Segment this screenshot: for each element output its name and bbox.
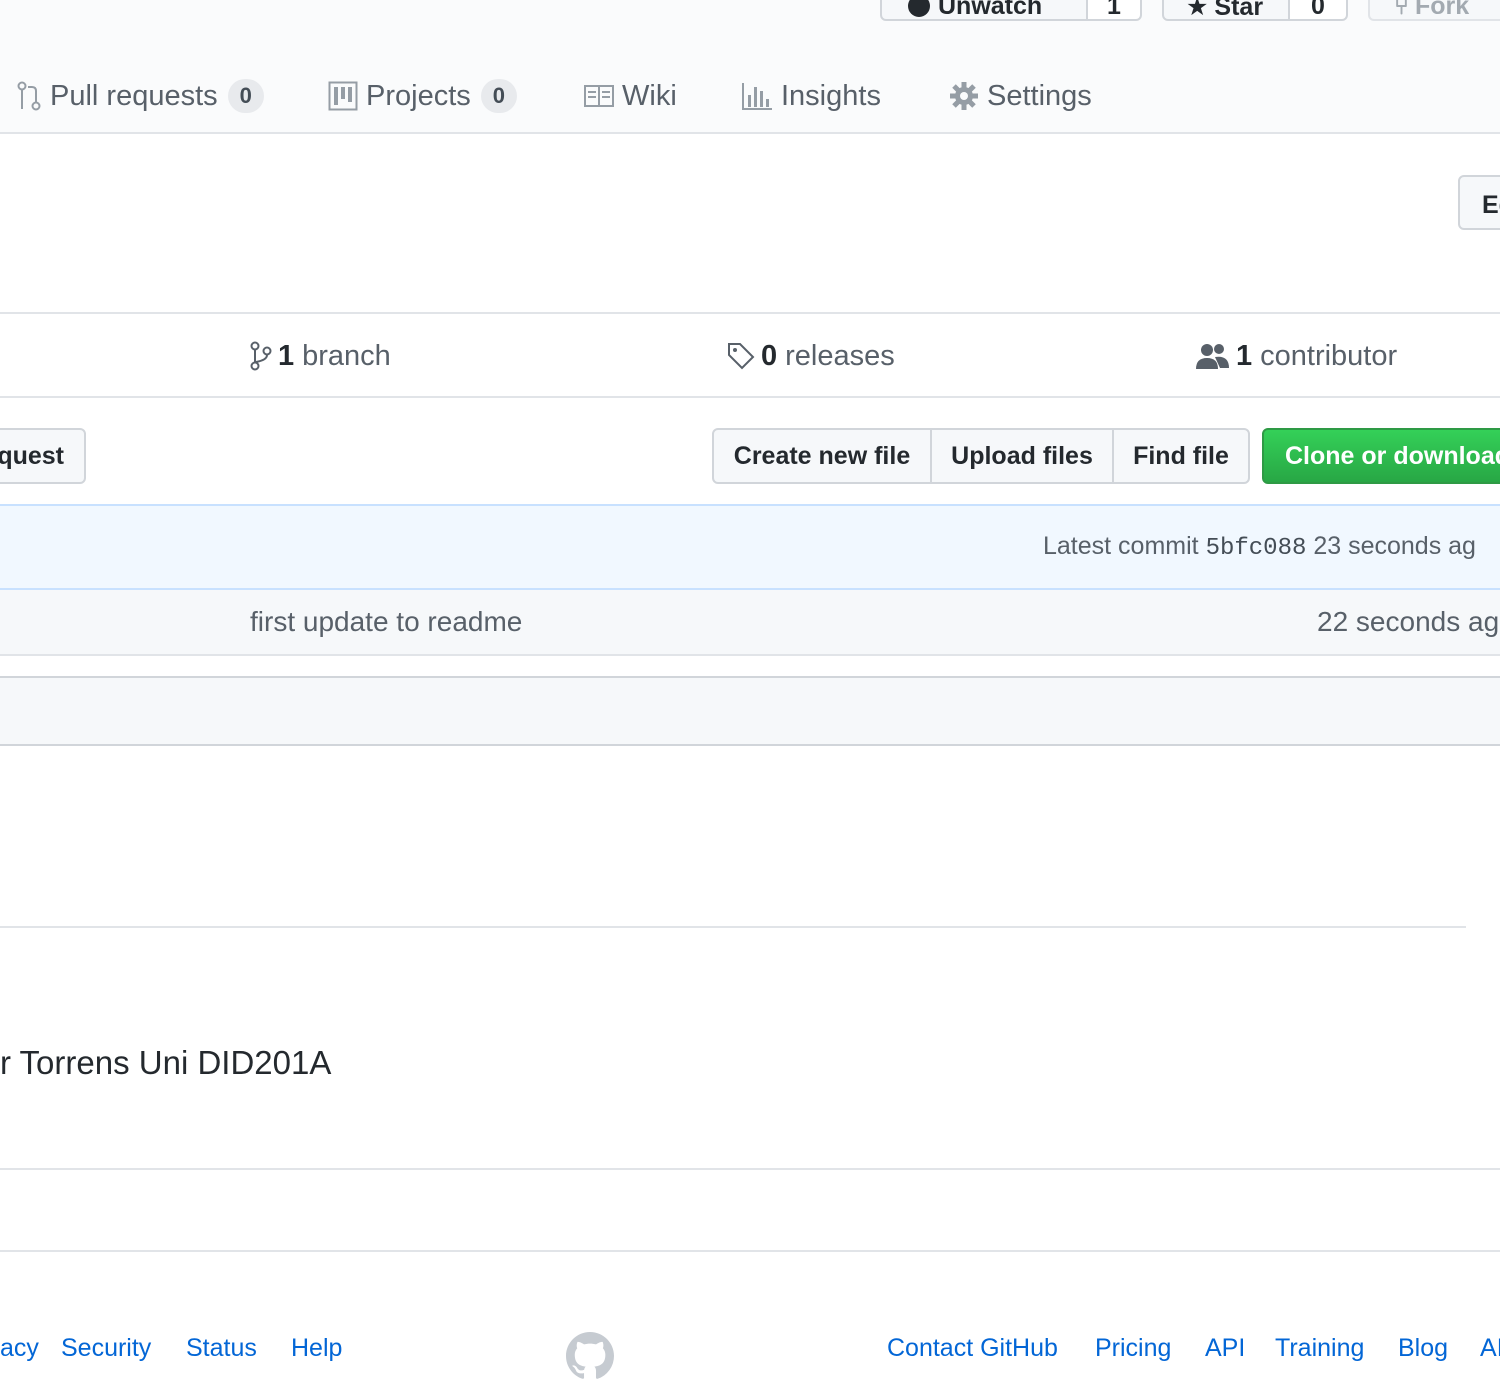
tab-pull-requests[interactable]: Pull requests 0 <box>16 76 264 116</box>
tag-icon <box>728 343 755 370</box>
new-pull-request-button[interactable]: quest <box>0 428 86 484</box>
find-file-button[interactable]: Find file <box>1112 428 1250 484</box>
footer-link-help[interactable]: Help <box>291 1334 342 1363</box>
eye-icon <box>908 0 930 17</box>
readme-text: r Torrens Uni DID201A <box>0 1044 332 1081</box>
contributors-label: contributor <box>1260 339 1398 372</box>
pull-requests-counter: 0 <box>227 79 264 113</box>
upload-files-button[interactable]: Upload files <box>930 428 1114 484</box>
footer-link-status[interactable]: Status <box>186 1334 257 1363</box>
clone-or-download-label: Clone or download <box>1285 441 1500 470</box>
pull-request-icon <box>17 81 41 111</box>
footer-divider <box>0 1250 1500 1252</box>
fork-button-group: ⑂ Fork <box>1368 0 1500 21</box>
divider <box>0 312 1500 314</box>
latest-commit: Latest commit 5bfc088 23 seconds ag <box>1043 532 1476 562</box>
readme-divider <box>0 926 1466 928</box>
commit-age: 23 seconds ag <box>1313 532 1476 560</box>
create-new-file-button[interactable]: Create new file <box>712 428 932 484</box>
file-age: 22 seconds ag <box>1317 606 1500 637</box>
star-label: Star <box>1214 0 1264 21</box>
contributors-link[interactable]: 1 contributor <box>1196 336 1397 376</box>
latest-commit-label: Latest commit <box>1043 532 1199 560</box>
tab-label: Wiki <box>622 79 677 112</box>
project-icon <box>328 81 358 111</box>
fork-label: Fork <box>1415 0 1470 20</box>
gear-icon <box>950 82 978 110</box>
readme-header <box>0 676 1500 746</box>
tab-label: Projects <box>366 79 471 112</box>
fork-icon: ⑂ <box>1394 0 1410 20</box>
releases-link[interactable]: 0 releases <box>727 336 895 376</box>
contributors-count: 1 <box>1236 339 1253 372</box>
branch-icon <box>250 341 272 371</box>
tab-wiki[interactable]: Wiki <box>584 76 677 116</box>
footer-link-security[interactable]: Security <box>61 1334 151 1363</box>
footer-link-about[interactable]: AI <box>1480 1334 1500 1363</box>
branches-label: branch <box>302 339 391 372</box>
tab-label: Insights <box>781 79 881 112</box>
tab-projects[interactable]: Projects 0 <box>328 76 518 116</box>
divider <box>0 1168 1500 1170</box>
tab-label: Settings <box>987 79 1092 112</box>
star-count[interactable]: 0 <box>1290 0 1348 21</box>
star-button[interactable]: ★ Star <box>1162 0 1290 21</box>
tab-settings[interactable]: Settings <box>949 76 1092 116</box>
commit-tease: Latest commit 5bfc088 23 seconds ag <box>0 504 1500 590</box>
tab-label: Pull requests <box>50 79 218 112</box>
projects-counter: 0 <box>480 79 518 113</box>
file-row: first update to readme 22 seconds ag <box>0 590 1500 656</box>
releases-count: 0 <box>761 339 778 372</box>
commit-sha[interactable]: 5bfc088 <box>1206 535 1307 562</box>
star-icon: ★ <box>1186 0 1209 21</box>
footer-link-training[interactable]: Training <box>1275 1334 1364 1363</box>
unwatch-button[interactable]: Unwatch <box>880 0 1088 21</box>
footer-link-pricing[interactable]: Pricing <box>1095 1334 1171 1363</box>
star-button-group: ★ Star 0 <box>1162 0 1348 21</box>
edit-description-button[interactable]: Ed <box>1458 175 1500 230</box>
repo-header: Unwatch 1 ★ Star 0 ⑂ Fork Pull requests 0 … <box>0 0 1500 134</box>
releases-label: releases <box>785 339 895 372</box>
people-icon <box>1196 344 1229 369</box>
divider <box>0 396 1500 398</box>
fork-button[interactable]: ⑂ Fork <box>1368 0 1500 21</box>
footer-link-api[interactable]: API <box>1205 1334 1245 1363</box>
unwatch-label: Unwatch <box>938 0 1043 20</box>
github-mark-icon[interactable] <box>566 1332 614 1380</box>
watch-count[interactable]: 1 <box>1088 0 1142 21</box>
watch-button-group: Unwatch 1 <box>880 0 1142 21</box>
branches-count: 1 <box>278 339 295 372</box>
graph-icon <box>742 83 772 110</box>
footer-link-blog[interactable]: Blog <box>1398 1334 1448 1363</box>
footer-link-contact-github[interactable]: Contact GitHub <box>887 1334 1058 1363</box>
file-commit-message[interactable]: first update to readme <box>250 606 522 638</box>
clone-or-download-button[interactable]: Clone or download <box>1262 428 1500 484</box>
book-icon <box>584 85 614 107</box>
tab-insights[interactable]: Insights <box>741 76 881 116</box>
branches-link[interactable]: 1 branch <box>250 336 391 376</box>
footer-link-privacy[interactable]: acy <box>0 1334 39 1363</box>
